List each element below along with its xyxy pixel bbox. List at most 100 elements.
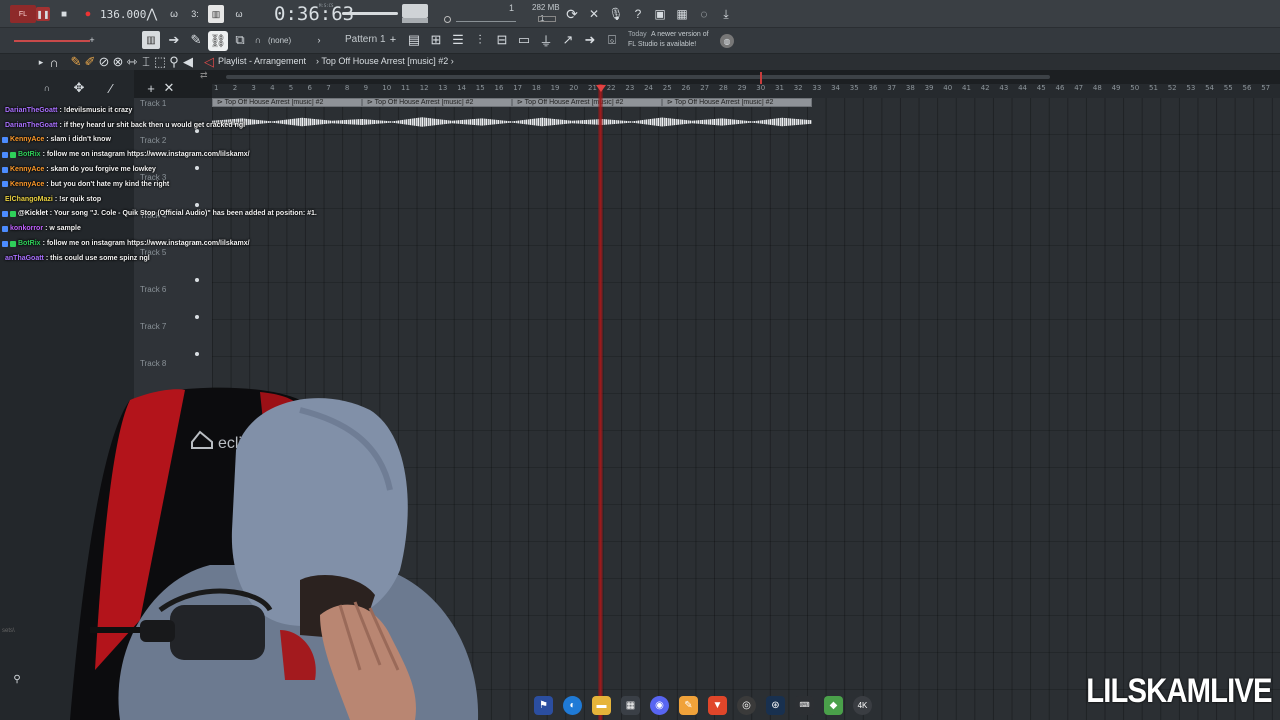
folder-icon[interactable]: ▬ <box>592 695 611 715</box>
pause-button[interactable]: ❚❚ <box>36 7 50 21</box>
mixer-icon[interactable]: ⫶ <box>472 32 488 48</box>
horizontal-scrollbar[interactable] <box>226 75 1050 79</box>
clipboard-icon[interactable]: ▭ <box>516 32 532 48</box>
pencil-icon[interactable]: ✎ <box>188 32 204 48</box>
picker-magnet-icon[interactable]: ∩ <box>40 82 54 94</box>
picker-add-icon[interactable]: + <box>144 81 158 96</box>
countdown-icon[interactable]: 3: <box>186 6 204 22</box>
picker-line-icon[interactable]: ⁄ <box>104 81 118 96</box>
piano-roll-icon[interactable]: ☰ <box>450 32 466 48</box>
brave-icon[interactable]: ▼ <box>708 695 727 715</box>
tools-icon[interactable]: ✕ <box>586 6 602 22</box>
snap-magnet-icon[interactable]: ∩ <box>48 55 60 70</box>
slip-tool-icon[interactable]: ⇿ <box>126 54 138 69</box>
track-mute-led[interactable] <box>195 352 199 357</box>
chat-username[interactable]: KennyAce <box>10 181 44 188</box>
playlist-arrow-icon[interactable]: ◁ <box>204 54 214 69</box>
mute-tool-icon[interactable]: ⊗ <box>112 54 124 69</box>
keyboard-app-icon[interactable]: ⌨ <box>795 695 814 715</box>
timeline-ruler[interactable]: 1 2 3 4 5 6 7 8 9 10 11 12 13 14 15 16 17 18 19 20 21 22 23 24 2… <box>212 84 1280 98</box>
plugin-picker-icon[interactable]: ↗ <box>560 32 576 48</box>
stamp-icon[interactable]: ⧉ <box>232 32 248 48</box>
discord-icon[interactable]: ◉ <box>650 695 669 715</box>
render-icon[interactable]: ▦ <box>674 6 690 22</box>
help-icon[interactable]: ? <box>630 6 646 22</box>
chat-username[interactable]: DarianTheGoatt <box>5 107 58 114</box>
chat-username[interactable]: DarianTheGoatt <box>5 122 58 129</box>
picker-move-icon[interactable]: ✥ <box>72 80 86 95</box>
play-icon[interactable]: ▸ <box>36 56 46 68</box>
game-icon[interactable]: ◆ <box>824 695 843 715</box>
picker-close-icon[interactable]: ✕ <box>162 80 176 95</box>
track-name[interactable]: Track 6 <box>140 285 166 294</box>
chat-username[interactable]: anThaGoatt <box>5 255 44 262</box>
wait-icon[interactable]: ω <box>166 6 182 22</box>
paint-tool-icon[interactable]: ✐ <box>84 54 96 69</box>
master-volume-slider[interactable] <box>342 12 398 15</box>
arrow-right-icon[interactable]: ➔ <box>166 32 182 48</box>
chrome-icon[interactable]: ◎ <box>737 695 756 715</box>
track-mute-led[interactable] <box>195 277 199 282</box>
chat-username[interactable]: ElChangoMazi <box>5 196 53 203</box>
magnet-icon[interactable]: ∩ <box>252 32 264 48</box>
news-globe-icon[interactable]: ◍ <box>720 34 734 48</box>
browser-icon[interactable]: ⊟ <box>494 32 510 48</box>
store-icon[interactable]: ▦ <box>621 695 640 715</box>
playback-tool-icon[interactable]: ◀ <box>182 54 194 69</box>
chat-username[interactable]: KennyAce <box>10 136 44 143</box>
playhead-marker[interactable] <box>596 85 606 92</box>
save-icon[interactable]: ▣ <box>652 6 668 22</box>
cart-icon[interactable]: ⌺ <box>604 32 620 48</box>
download-icon[interactable]: ⤓ <box>718 6 734 22</box>
link-icon[interactable]: ⛓ <box>208 31 228 51</box>
audio-clip[interactable]: ⊳ Top Off House Arrest [music] #2 <box>662 98 812 107</box>
news-line-1[interactable]: A newer version of <box>651 31 709 38</box>
channel-rack-icon[interactable]: ⊞ <box>428 32 444 48</box>
piano-icon[interactable]: ▥ <box>142 31 160 49</box>
track-name[interactable]: Track 7 <box>140 322 166 331</box>
select-tool-icon[interactable]: ⬚ <box>154 54 166 69</box>
main-volume-track[interactable] <box>456 12 516 22</box>
draw-tool-icon[interactable]: ✎ <box>70 54 82 69</box>
master-pitch-knob[interactable] <box>402 4 428 18</box>
step-edit-icon[interactable] <box>444 16 451 23</box>
loop-record-icon[interactable]: ω <box>230 6 248 22</box>
audio-clip[interactable]: ⊳ Top Off House Arrest [music] #2 <box>362 98 512 107</box>
slice-tool-icon[interactable]: ⌶ <box>140 54 152 69</box>
pen-icon[interactable]: ✎ <box>679 695 698 715</box>
delete-tool-icon[interactable]: ⊘ <box>98 54 110 69</box>
snap-selector[interactable]: (none) <box>268 36 291 45</box>
chat-username[interactable]: konkorror <box>10 225 43 232</box>
ruler-arrow-icon[interactable]: ⇄ <box>200 70 212 84</box>
track-name[interactable]: Track 8 <box>140 359 166 368</box>
chat-username[interactable]: BotRix <box>18 240 41 247</box>
chat-username[interactable]: KennyAce <box>10 166 44 173</box>
record-button[interactable]: ● <box>82 8 94 20</box>
pattern-selector[interactable]: Pattern 1 <box>345 34 386 45</box>
chat-icon[interactable]: ◌ <box>696 6 712 22</box>
track-mute-led[interactable] <box>195 315 199 319</box>
playhead[interactable] <box>598 84 603 720</box>
pan-knob-icon[interactable]: + <box>88 35 96 45</box>
refresh-icon[interactable]: ⟳ <box>564 6 580 22</box>
news-line-2[interactable]: FL Studio is available! <box>628 41 696 48</box>
steam-icon[interactable]: ⊛ <box>766 695 785 715</box>
playlist-icon[interactable]: ▤ <box>406 32 422 48</box>
4k-icon[interactable]: 4K <box>853 695 872 715</box>
audio-clip[interactable]: ⊳ Top Off House Arrest [music] #2 <box>512 98 662 107</box>
fl-logo-icon[interactable]: FL <box>10 5 36 23</box>
typing-keyboard-icon[interactable]: ▥ <box>208 5 224 23</box>
stop-button[interactable]: ■ <box>58 8 70 20</box>
touch-keyboard-icon[interactable]: ➜ <box>582 32 598 48</box>
metronome-icon[interactable]: ⋀ <box>144 6 160 22</box>
edge-icon[interactable]: ◐ <box>563 695 582 715</box>
channel-volume-slider[interactable] <box>14 40 90 42</box>
flag-icon[interactable]: ⚑ <box>534 695 553 715</box>
chat-username[interactable]: BotRix <box>18 151 41 158</box>
tempo-display[interactable]: 136.000 <box>100 8 146 21</box>
microphone-icon[interactable]: 🎙 <box>608 6 624 22</box>
plugin-icon[interactable]: ⏚ <box>538 32 554 49</box>
zoom-tool-icon[interactable]: ⚲ <box>168 54 180 69</box>
chat-username[interactable]: @Kicklet <box>18 210 48 217</box>
add-pattern-icon[interactable]: + <box>388 34 398 46</box>
